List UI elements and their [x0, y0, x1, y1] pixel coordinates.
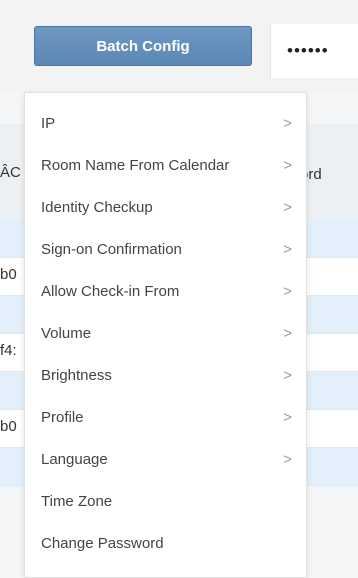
menu-item-volume[interactable]: Volume >: [25, 317, 306, 349]
menu-item-label: Time Zone: [41, 492, 113, 510]
column-header-mac: ÂC: [0, 164, 21, 181]
menu-item-identity-checkup[interactable]: Identity Checkup >: [25, 191, 306, 223]
menu-item-sign-on-confirmation[interactable]: Sign-on Confirmation >: [25, 233, 306, 265]
table-cell-mac: b0: [0, 418, 17, 435]
chevron-right-icon: >: [283, 450, 292, 468]
chevron-right-icon: >: [283, 282, 292, 300]
batch-config-button[interactable]: Batch Config: [34, 26, 252, 66]
menu-item-label: Sign-on Confirmation: [41, 240, 182, 258]
password-field[interactable]: ••••••: [270, 24, 358, 78]
batch-config-menu: IP > Room Name From Calendar > Identity Chec…: [24, 92, 307, 578]
menu-item-change-password[interactable]: Change Password: [25, 527, 306, 559]
menu-item-label: Brightness: [41, 366, 112, 384]
menu-item-allow-check-in-from[interactable]: Allow Check-in From >: [25, 275, 306, 307]
table-cell-mac: b0: [0, 266, 17, 283]
chevron-right-icon: >: [283, 156, 292, 174]
menu-item-profile[interactable]: Profile >: [25, 401, 306, 433]
menu-item-room-name-from-calendar[interactable]: Room Name From Calendar >: [25, 149, 306, 181]
menu-item-brightness[interactable]: Brightness >: [25, 359, 306, 391]
menu-item-label: Change Password: [41, 534, 164, 552]
chevron-right-icon: >: [283, 114, 292, 132]
chevron-right-icon: >: [283, 408, 292, 426]
menu-item-ip[interactable]: IP >: [25, 107, 306, 139]
menu-item-language[interactable]: Language >: [25, 443, 306, 475]
menu-item-time-zone[interactable]: Time Zone: [25, 485, 306, 517]
menu-item-label: Identity Checkup: [41, 198, 153, 216]
table-cell-mac: f4:: [0, 342, 17, 359]
chevron-right-icon: >: [283, 366, 292, 384]
menu-item-label: Profile: [41, 408, 84, 426]
chevron-right-icon: >: [283, 240, 292, 258]
menu-item-label: Language: [41, 450, 108, 468]
chevron-right-icon: >: [283, 198, 292, 216]
chevron-right-icon: >: [283, 324, 292, 342]
menu-item-label: Volume: [41, 324, 92, 342]
menu-item-label: Allow Check-in From: [41, 282, 180, 300]
menu-item-label: IP: [41, 114, 56, 132]
menu-item-label: Room Name From Calendar: [41, 156, 230, 174]
